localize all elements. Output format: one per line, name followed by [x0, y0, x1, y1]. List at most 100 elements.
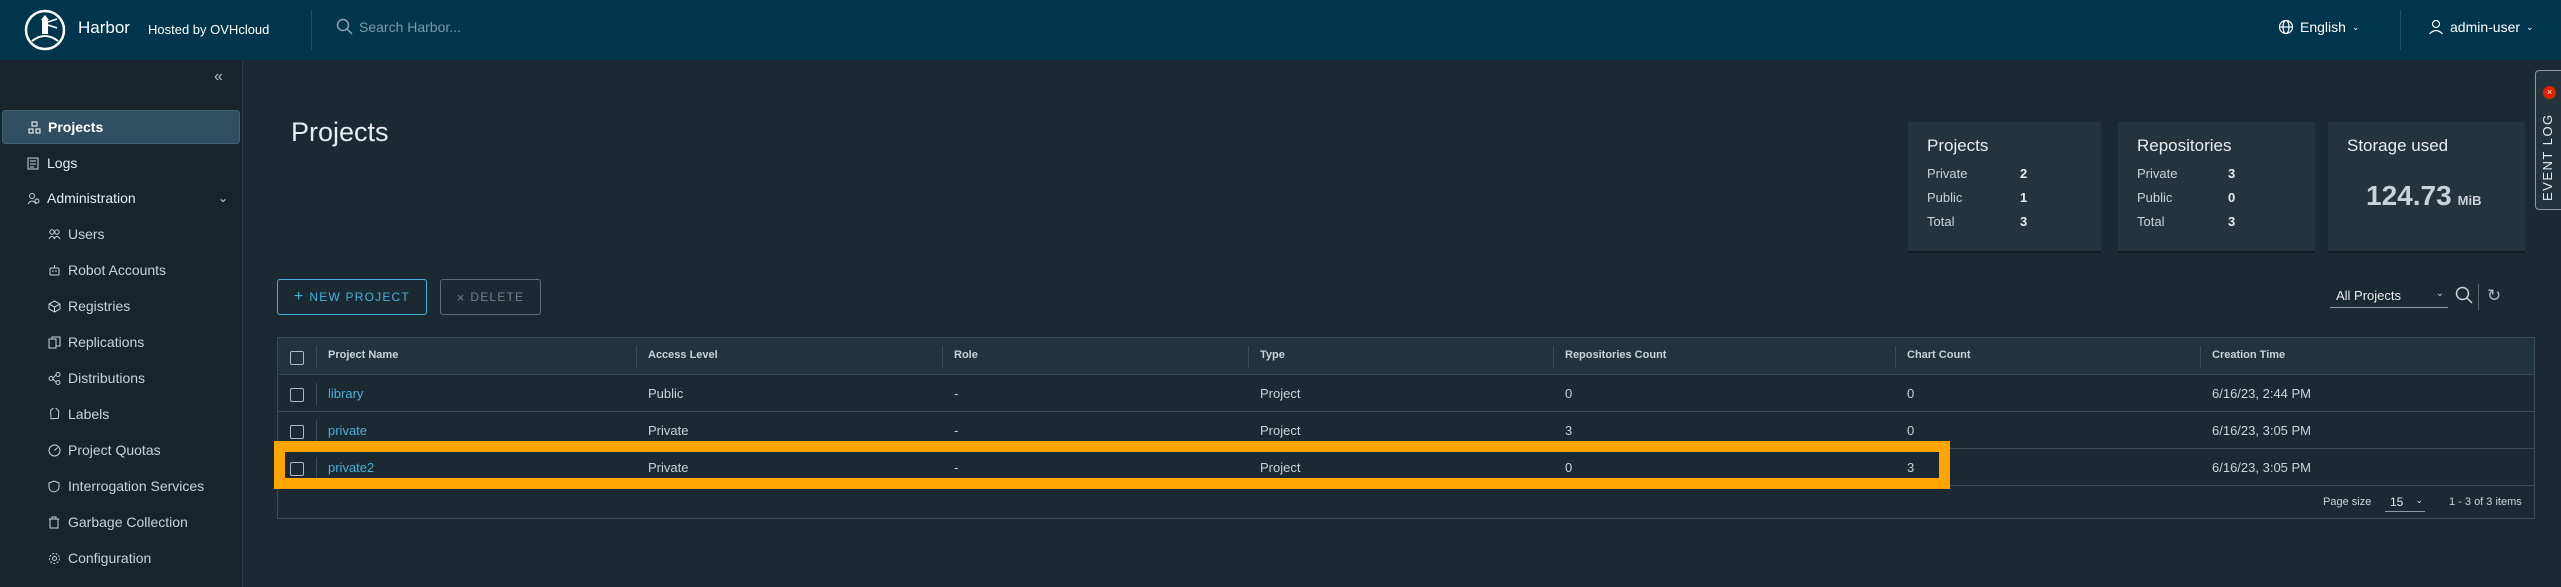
- user-menu[interactable]: admin-user ⌄: [2428, 19, 2534, 35]
- sidebar-item-distributions[interactable]: Distributions: [2, 361, 240, 395]
- button-label: NEW PROJECT: [309, 290, 410, 304]
- sidebar-item-project-quotas[interactable]: Project Quotas: [2, 433, 240, 467]
- refresh-icon[interactable]: ↻: [2487, 286, 2501, 306]
- card-row-value: 0: [2228, 190, 2236, 205]
- select-all-checkbox[interactable]: [290, 351, 304, 365]
- column-divider: [316, 346, 317, 368]
- card-row-value: 1: [2020, 190, 2028, 205]
- toolbar-divider: [2478, 284, 2479, 310]
- storage-summary-card: Storage used 124.73 MiB: [2328, 122, 2525, 251]
- sidebar-item-interrogation-services[interactable]: Interrogation Services: [2, 469, 240, 503]
- column-header-chart-count[interactable]: Chart Count: [1907, 349, 1971, 361]
- global-search: [336, 18, 659, 35]
- distributions-icon: [47, 371, 61, 385]
- sidebar-item-label: Project Quotas: [68, 442, 161, 458]
- sidebar-item-label: Configuration: [68, 550, 152, 566]
- globe-icon: [2278, 19, 2294, 35]
- row-checkbox[interactable]: [290, 425, 304, 439]
- repositories-count-cell: 0: [1565, 460, 1573, 475]
- card-row-value: 3: [2228, 214, 2236, 229]
- sidebar-item-label: Garbage Collection: [68, 514, 188, 530]
- column-divider: [942, 346, 943, 368]
- column-divider: [1553, 346, 1554, 368]
- sidebar-item-label: Administration: [47, 190, 136, 206]
- sidebar-item-registries[interactable]: Registries: [2, 289, 240, 323]
- chart-count-cell: 3: [1907, 460, 1915, 475]
- storage-unit: MiB: [2457, 193, 2482, 208]
- role-cell: -: [954, 423, 959, 438]
- plus-icon: +: [294, 288, 304, 305]
- close-icon[interactable]: ×: [2543, 86, 2556, 99]
- repositories-summary-card: Repositories Private 3 Public 0 Total 3: [2118, 122, 2315, 251]
- registries-icon: [47, 299, 61, 313]
- search-icon[interactable]: [2455, 286, 2473, 304]
- access-level-cell: Public: [648, 386, 684, 401]
- card-row-value: 3: [2228, 166, 2236, 181]
- card-title: Repositories: [2137, 136, 2232, 155]
- event-log-tab[interactable]: × EVENT LOG: [2535, 70, 2561, 210]
- brand-name[interactable]: Harbor: [78, 18, 130, 38]
- chevron-down-icon: ⌄: [2415, 495, 2423, 505]
- row-checkbox[interactable]: [290, 462, 304, 476]
- language-selector[interactable]: English ⌄: [2278, 19, 2359, 35]
- column-header-project-name[interactable]: Project Name: [328, 349, 398, 361]
- column-header-role[interactable]: Role: [954, 349, 978, 361]
- card-row-value: 3: [2020, 214, 2028, 229]
- interrogation-icon: [47, 479, 61, 493]
- sidebar-item-administration[interactable]: Administration ⌄: [2, 181, 240, 215]
- harbor-logo-icon[interactable]: [24, 9, 66, 51]
- column-header-repositories-count[interactable]: Repositories Count: [1565, 349, 1666, 361]
- chevron-down-icon: ⌄: [217, 191, 228, 205]
- project-name-link[interactable]: library: [328, 386, 363, 401]
- chevron-down-icon: ⌄: [2435, 288, 2444, 299]
- collapse-sidebar-icon[interactable]: «: [214, 68, 223, 86]
- storage-amount: 124.73: [2366, 180, 2452, 211]
- card-title: Storage used: [2347, 136, 2449, 155]
- table-footer: Page size 15 ⌄ 1 - 3 of 3 items: [278, 486, 2534, 520]
- repositories-count-cell: 3: [1565, 423, 1573, 438]
- pagination-range: 1 - 3 of 3 items: [2449, 496, 2522, 508]
- event-log-label: EVENT LOG: [2540, 113, 2555, 201]
- sidebar-item-replications[interactable]: Replications: [2, 325, 240, 359]
- project-name-link[interactable]: private: [328, 423, 367, 438]
- search-icon: [336, 18, 353, 35]
- project-name-link[interactable]: private2: [328, 460, 374, 475]
- table-row[interactable]: private2 Private - Project 0 3 6/16/23, …: [278, 449, 2534, 486]
- column-divider: [316, 457, 317, 479]
- sidebar-item-label: Registries: [68, 298, 131, 314]
- column-divider: [1248, 346, 1249, 368]
- column-header-creation-time[interactable]: Creation Time: [2212, 349, 2285, 361]
- sidebar-item-projects[interactable]: Projects: [2, 110, 240, 144]
- role-cell: -: [954, 386, 959, 401]
- card-row-value: 2: [2020, 166, 2028, 181]
- creation-time-cell: 6/16/23, 2:44 PM: [2212, 386, 2312, 401]
- page-size-select[interactable]: 15 ⌄: [2385, 492, 2425, 512]
- table-row[interactable]: library Public - Project 0 0 6/16/23, 2:…: [278, 375, 2534, 412]
- projects-table: Project Name Access Level Role Type Repo…: [277, 337, 2535, 519]
- button-label: DELETE: [470, 290, 525, 304]
- new-project-button[interactable]: + NEW PROJECT: [277, 279, 427, 315]
- sidebar-item-users[interactable]: Users: [2, 217, 240, 251]
- sidebar-item-logs[interactable]: Logs: [2, 146, 240, 180]
- sidebar-item-garbage-collection[interactable]: Garbage Collection: [2, 505, 240, 539]
- card-row-label: Public: [2137, 190, 2173, 205]
- chevron-down-icon: ⌄: [2351, 21, 2360, 32]
- role-cell: -: [954, 460, 959, 475]
- project-filter-select[interactable]: All Projects ⌄: [2330, 284, 2448, 308]
- sidebar-item-label: Interrogation Services: [68, 478, 205, 494]
- sidebar-item-configuration[interactable]: Configuration: [2, 541, 240, 575]
- delete-button[interactable]: × DELETE: [440, 279, 541, 315]
- sidebar-item-labels[interactable]: Labels: [2, 397, 240, 431]
- table-row[interactable]: private Private - Project 3 0 6/16/23, 3…: [278, 412, 2534, 449]
- sidebar-item-robot-accounts[interactable]: Robot Accounts: [2, 253, 240, 287]
- table-header: Project Name Access Level Role Type Repo…: [278, 338, 2534, 375]
- storage-value: 124.73 MiB: [2366, 180, 2481, 212]
- card-row-label: Public: [1927, 190, 1963, 205]
- repositories-count-cell: 0: [1565, 386, 1573, 401]
- search-input[interactable]: [359, 18, 659, 35]
- users-icon: [47, 227, 61, 241]
- card-title: Projects: [1927, 136, 1989, 155]
- column-header-access-level[interactable]: Access Level: [648, 349, 718, 361]
- row-checkbox[interactable]: [290, 388, 304, 402]
- column-header-type[interactable]: Type: [1260, 349, 1285, 361]
